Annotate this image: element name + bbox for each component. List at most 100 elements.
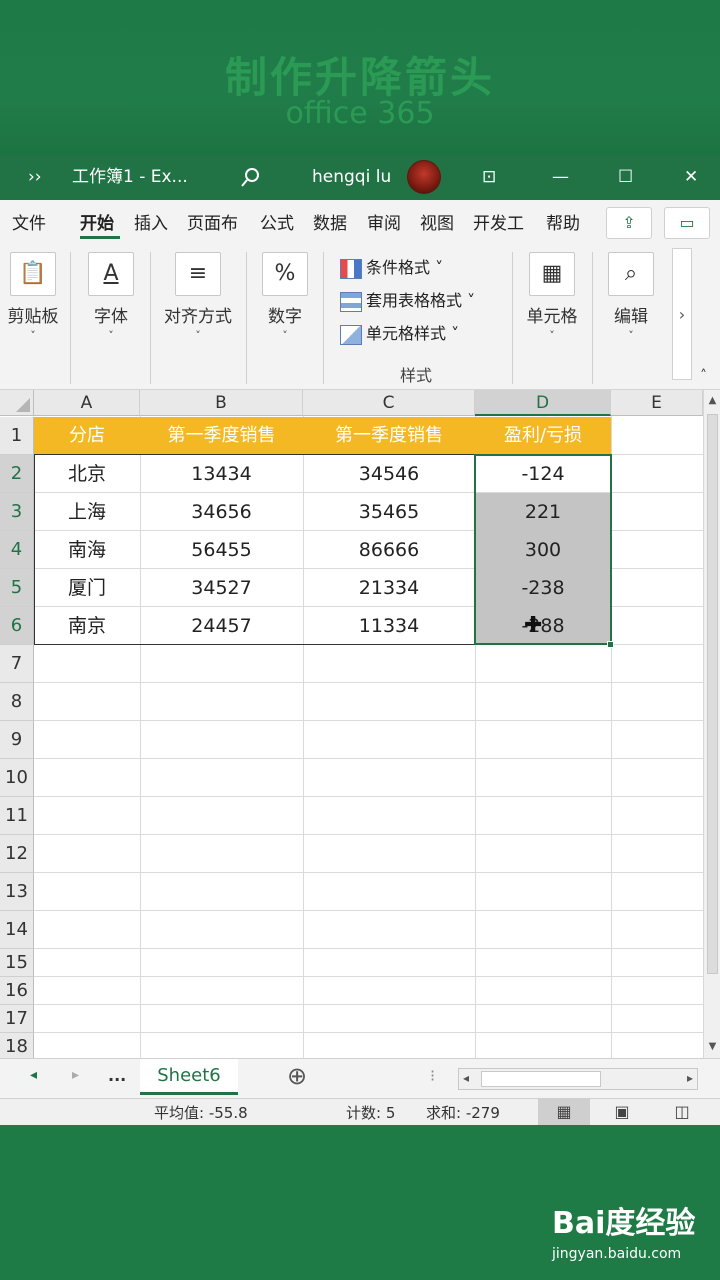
close-button[interactable]: ✕ [684,155,698,200]
gridline [34,1032,703,1033]
cursor-cross-icon: ✚ [524,613,543,638]
scroll-right-icon[interactable]: ▸ [687,1071,693,1085]
watermark-url: jingyan.baidu.com [552,1246,682,1262]
search-icon[interactable] [240,155,262,200]
row-header-13[interactable]: 13 [0,873,34,911]
horizontal-scrollbar[interactable]: ◂ ▸ [458,1068,698,1090]
split-handle[interactable]: ⁝ [430,1066,435,1085]
row-header-8[interactable]: 8 [0,683,34,721]
row-header-15[interactable]: 15 [0,949,34,977]
gridline [34,682,703,683]
row-header-10[interactable]: 10 [0,759,34,797]
editing-group[interactable]: ⌕ 编辑 ˅ [602,252,660,342]
clipboard-label: 剪贴板 [7,307,59,327]
spreadsheet-grid[interactable]: A B C D E 1 2 3 4 5 6 7 8 9 10 11 12 13 14 15 16 17 18 分店… [0,390,720,1058]
font-group[interactable]: A 字体 ˅ [82,252,140,342]
column-header-b[interactable]: B [140,390,303,416]
gridline [34,872,703,873]
tab-help[interactable]: 帮助 [546,209,580,234]
row-header-4[interactable]: 4 [0,531,34,569]
row-header-1[interactable]: 1 [0,417,34,455]
ribbon-display-icon[interactable]: ⊡ [482,155,496,200]
row-header-7[interactable]: 7 [0,645,34,683]
ribbon-scroll-right[interactable]: › [672,248,692,380]
cells-group[interactable]: ▦ 单元格 ˅ [522,252,582,342]
status-sum: 求和: -279 [426,1104,500,1122]
header-cell-sales-2[interactable]: 第一季度销售 [303,417,475,455]
scroll-left-icon[interactable]: ◂ [463,1071,469,1085]
more-commands-icon[interactable]: ›› [28,155,42,200]
cell-style-button[interactable]: 单元格样式 ˅ [340,320,459,346]
row-header-3[interactable]: 3 [0,493,34,531]
row-header-18[interactable]: 18 [0,1033,34,1058]
scroll-down-icon[interactable]: ▼ [704,1038,720,1056]
vertical-scrollbar[interactable]: ▲ ▼ [703,390,720,1058]
normal-view-button[interactable]: ▦ [538,1099,590,1126]
chevron-down-icon: ˅ [195,329,201,342]
header-cell-sales-1[interactable]: 第一季度销售 [140,417,303,455]
divider [150,252,151,384]
column-header-d[interactable]: D [475,390,611,416]
chevron-down-icon: ˅ [30,329,36,342]
tab-developer[interactable]: 开发工 [473,209,524,234]
gridline [34,720,703,721]
sheet-tab-sheet6[interactable]: Sheet6 [140,1059,238,1095]
maximize-button[interactable]: ☐ [618,155,633,200]
row-header-6[interactable]: 6 [0,607,34,645]
row-header-12[interactable]: 12 [0,835,34,873]
gridline [34,758,703,759]
status-count: 计数: 5 [346,1104,396,1122]
select-all-button[interactable] [0,390,34,416]
editing-label: 编辑 [614,307,648,327]
cells-label: 单元格 [526,307,578,327]
tab-review[interactable]: 审阅 [367,209,401,234]
gridline [34,796,703,797]
alignment-group[interactable]: ≡ 对齐方式 ˅ [158,252,238,342]
video-banner: 制作升降箭头 office 365 [0,0,720,155]
user-name[interactable]: hengqi lu [312,155,391,200]
percent-icon: % [262,252,308,296]
minimize-button[interactable]: — [552,155,569,200]
number-group[interactable]: % 数字 ˅ [256,252,314,342]
page-layout-view-button[interactable]: ▣ [596,1099,648,1126]
search-icon: ⌕ [608,252,654,296]
tab-data[interactable]: 数据 [313,209,347,234]
fill-handle[interactable] [607,641,614,648]
tab-view[interactable]: 视图 [420,209,454,234]
prev-sheet-icon[interactable]: ◂ [30,1067,37,1083]
clipboard-group[interactable]: 📋 剪贴板 ˅ [4,252,62,342]
row-header-14[interactable]: 14 [0,911,34,949]
selection-border [474,454,612,645]
column-header-c[interactable]: C [303,390,475,416]
collapse-ribbon-icon[interactable]: ˄ [700,368,707,384]
add-sheet-button[interactable]: ⊕ [287,1062,307,1090]
row-header-16[interactable]: 16 [0,977,34,1005]
next-sheet-icon[interactable]: ▸ [72,1067,79,1083]
column-header-a[interactable]: A [34,390,140,416]
scroll-thumb[interactable] [481,1071,601,1087]
page-break-view-button[interactable]: ◫ [656,1099,708,1126]
header-cell-branch[interactable]: 分店 [34,417,140,455]
tab-insert[interactable]: 插入 [134,209,168,234]
column-header-e[interactable]: E [611,390,703,416]
row-header-5[interactable]: 5 [0,569,34,607]
table-format-button[interactable]: 套用表格格式 ˅ [340,287,475,313]
more-sheets-button[interactable]: ... [108,1066,126,1085]
tab-page-layout[interactable]: 页面布 [187,209,238,234]
row-header-9[interactable]: 9 [0,721,34,759]
divider [512,252,513,384]
tab-file[interactable]: 文件 [12,209,46,234]
scroll-thumb[interactable] [707,414,718,974]
share-button[interactable]: ⇪ [606,207,652,239]
row-header-2[interactable]: 2 [0,455,34,493]
tab-home[interactable]: 开始 [80,209,114,234]
avatar[interactable] [407,160,441,194]
header-cell-profit-loss[interactable]: 盈利/亏损 [475,417,611,455]
gridline [34,1004,703,1005]
comments-button[interactable]: ▭ [664,207,710,239]
tab-formulas[interactable]: 公式 [260,209,294,234]
row-header-17[interactable]: 17 [0,1005,34,1033]
row-header-11[interactable]: 11 [0,797,34,835]
scroll-up-icon[interactable]: ▲ [704,392,720,410]
conditional-format-button[interactable]: 条件格式 ˅ [340,254,443,280]
